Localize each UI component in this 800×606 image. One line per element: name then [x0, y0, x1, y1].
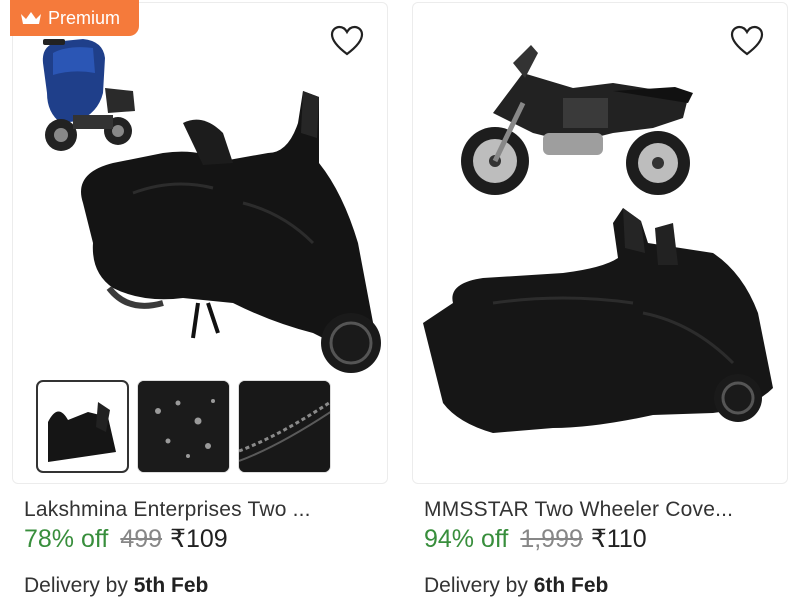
product-title[interactable]: MMSSTAR Two Wheeler Cove... [424, 498, 733, 522]
discount-percent: 94% off [424, 525, 509, 553]
heart-outline-icon [330, 25, 364, 56]
selling-price: ₹109 [170, 525, 228, 553]
product-card-lakshmina[interactable]: Premium Lakshmina Enterprises Two ... 78… [0, 0, 400, 606]
delivery-date: 6th Feb [533, 574, 609, 597]
delivery-date: 5th Feb [133, 574, 209, 597]
delivery-prefix: Delivery by [24, 574, 134, 597]
scooter-image [42, 39, 135, 151]
delivery-info: Delivery by 5th Feb [24, 574, 208, 598]
thumbnail-3[interactable] [238, 380, 331, 473]
product-card-mmsstar[interactable]: MMSSTAR Two Wheeler Cove... 94% off 1,99… [400, 0, 800, 606]
delivery-prefix: Delivery by [424, 574, 534, 597]
wishlist-button[interactable] [329, 24, 365, 58]
original-price: 499 [120, 525, 163, 553]
bike-cover-image [423, 45, 773, 433]
delivery-info: Delivery by 6th Feb [424, 574, 608, 598]
price-row: 78% off 499 ₹109 [24, 524, 228, 554]
wishlist-button[interactable] [729, 24, 765, 58]
product-image[interactable] [412, 2, 788, 484]
discount-percent: 78% off [24, 525, 109, 553]
image-thumbnails [36, 380, 331, 473]
premium-badge: Premium [10, 0, 139, 36]
motorcycle-image [461, 45, 693, 195]
original-price: 1,999 [520, 525, 583, 553]
selling-price: ₹110 [590, 525, 647, 553]
product-title[interactable]: Lakshmina Enterprises Two ... [24, 498, 311, 522]
premium-badge-label: Premium [48, 7, 121, 28]
heart-outline-icon [730, 25, 764, 56]
price-row: 94% off 1,999 ₹110 [424, 524, 647, 554]
thumbnail-2[interactable] [137, 380, 230, 473]
thumbnail-1[interactable] [36, 380, 129, 473]
crown-icon [21, 12, 41, 24]
